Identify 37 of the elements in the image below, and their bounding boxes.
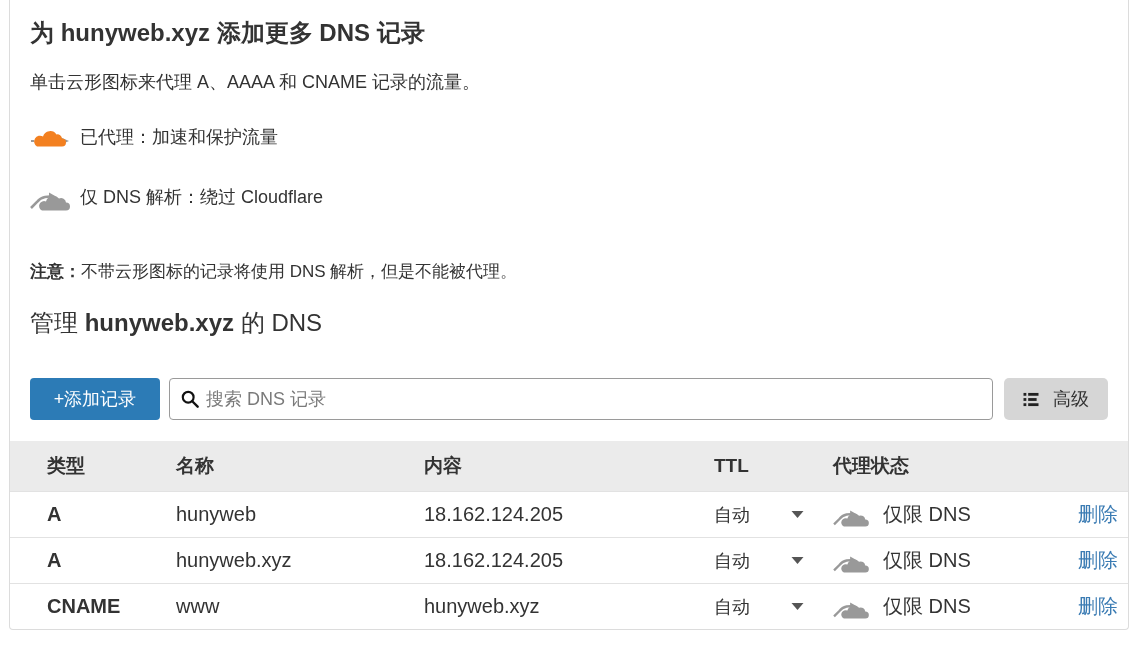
table-cell: hunyweb.xyz [424, 595, 540, 618]
table-cell: hunyweb [176, 503, 257, 526]
proxy-status-text: 仅限 DNS [883, 594, 971, 619]
legend-text: 仅 DNS 解析：绕过 Cloudflare [80, 186, 324, 209]
proxy-status-text: 仅限 DNS [883, 548, 971, 573]
table-cell: 18.162.124.205 [424, 549, 564, 572]
column-header: 名称 [176, 454, 214, 478]
delete-link[interactable]: 删除 [1078, 593, 1118, 620]
search-icon [181, 390, 199, 408]
column-header: 类型 [47, 454, 85, 478]
description-text: 单击云形图标来代理 A、AAAA 和 CNAME 记录的流量。 [30, 71, 481, 94]
section-heading: 管理 hunyweb.xyz 的 DNS [30, 308, 323, 338]
column-header: 代理状态 [833, 454, 909, 478]
legend-text: 已代理：加速和保护流量 [80, 126, 278, 149]
ttl-dropdown[interactable]: 自动 [714, 594, 804, 619]
delete-link[interactable]: 删除 [1078, 547, 1118, 574]
ttl-dropdown[interactable]: 自动 [714, 548, 804, 573]
add-record-button[interactable]: +添加记录 [30, 378, 160, 420]
section-title: 为 hunyweb.xyz 添加更多 DNS 记录 [30, 18, 425, 48]
search-field[interactable]: 搜索 DNS 记录 [169, 378, 993, 420]
note-text: 注意：不带云形图标的记录将使用 DNS 解析，但是不能被代理。 [30, 261, 518, 283]
list-icon [1023, 391, 1039, 407]
caret-icon [791, 557, 804, 564]
table-cell: 18.162.124.205 [424, 503, 564, 526]
table-cell: CNAME [47, 595, 121, 618]
table-cell: www [176, 595, 220, 618]
column-header: 内容 [424, 454, 462, 478]
ttl-dropdown[interactable]: 自动 [714, 502, 804, 527]
advanced-button[interactable]: 高级 [1004, 378, 1108, 420]
delete-link[interactable]: 删除 [1078, 501, 1118, 528]
caret-icon [791, 511, 804, 518]
table-cell: A [47, 549, 62, 572]
table-cell: hunyweb.xyz [176, 549, 292, 572]
table-cell: A [47, 503, 62, 526]
caret-icon [791, 603, 804, 610]
proxy-status-text: 仅限 DNS [883, 502, 971, 527]
column-header: TTL [714, 455, 749, 477]
